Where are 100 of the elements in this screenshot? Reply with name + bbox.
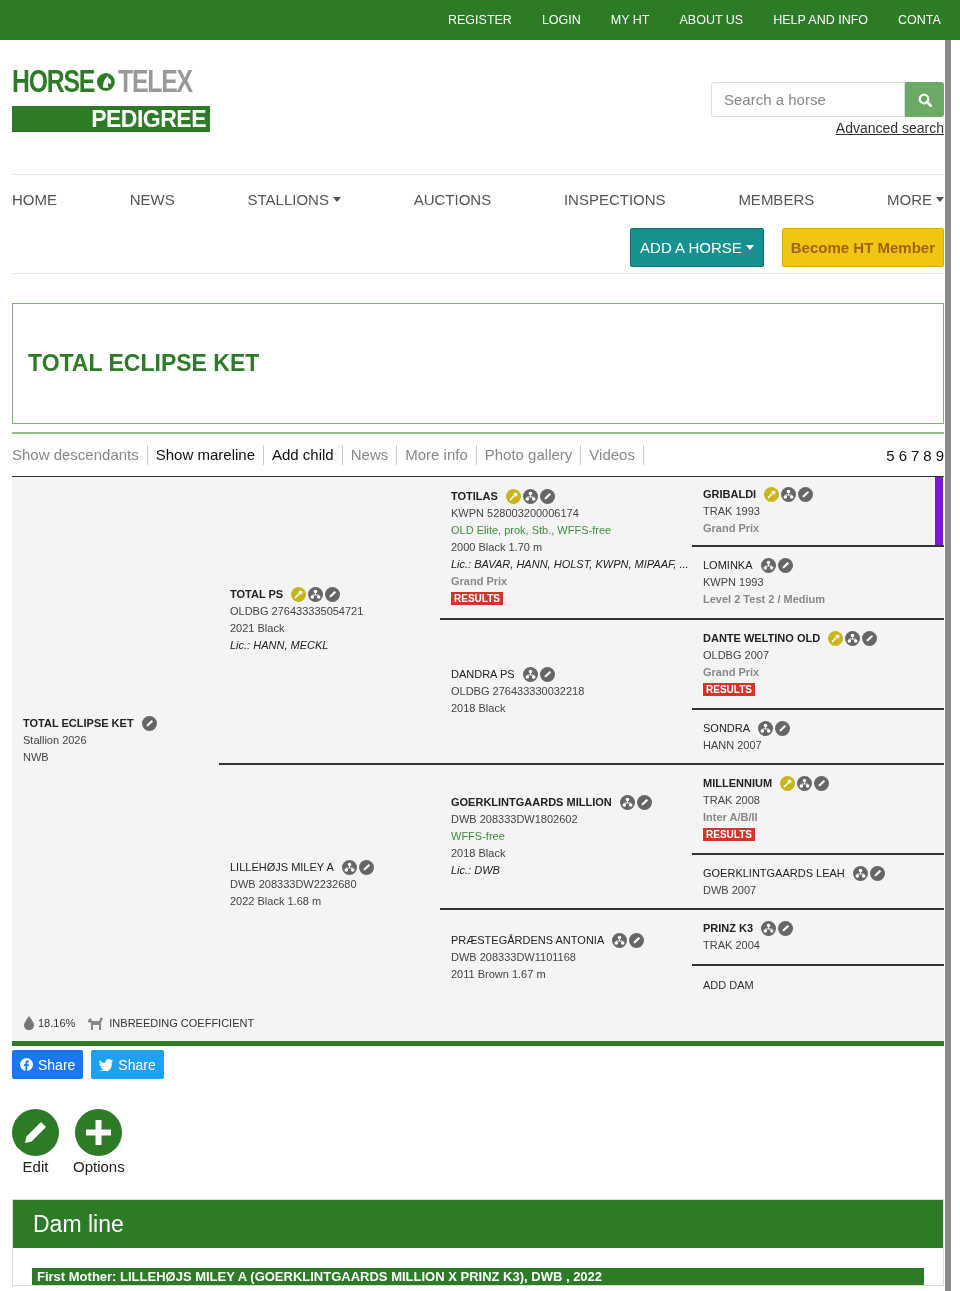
drop-icon (24, 1015, 34, 1030)
edit-icon (798, 486, 814, 502)
horse-icon (87, 1015, 104, 1030)
add-horse-button[interactable]: ADD A HORSE (630, 227, 764, 267)
horse-title: TOTAL ECLIPSE KET (28, 350, 260, 377)
horse-name-link[interactable]: GRIBALDI (703, 485, 757, 503)
discipline-level: Inter A/B/II (703, 810, 759, 825)
horse-name-link[interactable]: TOTAL PS (230, 586, 284, 603)
plus-icon (75, 1109, 123, 1156)
horse-info: KWPN 1993 (703, 575, 765, 590)
results-badge[interactable]: RESULTS (703, 828, 755, 841)
edit-icon (325, 587, 341, 602)
nav-link[interactable]: INSPECTIONS (563, 190, 666, 208)
edit-icon (862, 631, 878, 646)
horse-info: 2018 Black (451, 701, 507, 716)
horse-info: 2018 Black (451, 846, 507, 861)
edit-icon (814, 776, 830, 791)
horse-name-link[interactable]: LOMINKA (703, 557, 753, 574)
horse-name-link[interactable]: TOTILAS (451, 488, 498, 505)
nav-link[interactable]: MEMBERS (738, 190, 815, 208)
pencil-icon (12, 1109, 59, 1156)
discipline-level: Grand Prix (451, 574, 509, 589)
edit-icon (778, 921, 794, 936)
search-icon (917, 92, 932, 107)
horse-name-link[interactable]: PRINZ K3 (703, 920, 754, 937)
horse-info: DWB 208333DW1802602 (451, 812, 579, 827)
horse-name-link[interactable]: LILLEHØJS MILEY A (230, 859, 334, 876)
horse-info: DWB 208333DW2232680 (230, 877, 358, 892)
facebook-icon (20, 1058, 33, 1071)
edit-icon (777, 558, 793, 573)
horse-info: OLDBG 276433335054721 (230, 604, 365, 619)
horse-name-link[interactable]: GOERKLINTGAARDS LEAH (703, 864, 845, 882)
horse-name-link[interactable]: GOERKLINTGAARDS MILLION (451, 794, 612, 811)
horse-info: 2021 Black (230, 621, 286, 636)
horse-info: 2022 Black 1.68 m (230, 894, 323, 909)
edit-icon (539, 489, 555, 504)
edit-icon (636, 795, 652, 810)
top-nav-link[interactable]: LOGIN (541, 13, 581, 27)
first-mother-bar: First Mother: LILLEHØJS MILEY A (GOERKLINTGAARDS MILLION X PRINZ K3), DWB , 2022 (32, 1268, 924, 1285)
horse-info: DWB 208333DW1101168 (451, 949, 577, 965)
edit-icon (869, 865, 885, 881)
generation-link[interactable]: 7 (910, 446, 920, 464)
edit-icon (141, 716, 157, 731)
nav-link[interactable]: AUCTIONS (413, 190, 492, 208)
results-badge[interactable]: RESULTS (451, 592, 503, 605)
scrollbar[interactable] (945, 40, 951, 1291)
results-badge[interactable]: RESULTS (703, 683, 755, 696)
generation-link[interactable]: 9 (935, 446, 944, 464)
top-nav-link[interactable]: CONTA (898, 13, 941, 27)
top-nav-link[interactable]: ABOUT US (679, 13, 744, 27)
inbreeding-label: INBREEDING COEFFICIENT (109, 1016, 255, 1029)
search-button[interactable] (905, 82, 944, 117)
horse-name-link[interactable]: TOTAL ECLIPSE KET (23, 715, 134, 732)
top-nav-link[interactable]: REGISTER (448, 13, 512, 27)
generation-link[interactable]: 6 (898, 446, 907, 464)
discipline-level: Level 2 Test 2 / Medium (703, 592, 827, 607)
horse-info: TRAK 2004 (703, 938, 761, 953)
predicate-info: WFFS-free (451, 829, 506, 844)
nav-link[interactable]: STALLIONS (247, 190, 341, 208)
horse-name-link[interactable]: SONDRA (703, 719, 751, 737)
add-dam-link[interactable]: ADD DAM (703, 978, 754, 991)
edit-icon (775, 720, 791, 736)
licence-info: Lic.: BAVAR, HANN, HOLST, KWPN, MIPAAF, ... (451, 557, 690, 572)
horse-name-link[interactable]: PRÆSTEGÅRDENS ANTONIA (451, 931, 605, 949)
edit-icon (539, 667, 555, 682)
generation-link[interactable]: 5 (886, 446, 895, 464)
logo-text: TELEX (117, 64, 192, 100)
horse-info: 2000 Black 1.70 m (451, 540, 544, 555)
top-nav-link[interactable]: HELP AND INFO (773, 13, 869, 27)
predicate-info: OLD Elite, prok, Stb., WFFS-free (451, 523, 613, 538)
horse-info: DWB 2007 (703, 882, 758, 898)
logo-text: HORSE (12, 64, 95, 100)
advanced-search-link[interactable]: Advanced search (835, 120, 944, 136)
tab-link[interactable]: Add child (264, 445, 343, 465)
bird-icon (99, 1058, 114, 1071)
licence-info: Lic.: DWB (451, 863, 501, 878)
licence-info: Lic.: HANN, MECKL (230, 638, 330, 653)
options-button[interactable]: Options (73, 1109, 125, 1175)
tab-link[interactable]: Show mareline (147, 445, 264, 465)
horse-info: KWPN 528003200006174 (451, 506, 580, 521)
horse-name-link[interactable]: MILLENNIUM (703, 775, 773, 792)
horse-info: HANN 2007 (703, 737, 763, 753)
discipline-level: Grand Prix (703, 665, 761, 680)
nav-link[interactable]: HOME (12, 190, 57, 208)
horse-name-link[interactable]: DANDRA PS (451, 666, 515, 683)
edit-button[interactable]: Edit (12, 1109, 59, 1175)
top-nav-link[interactable]: MY HT (610, 13, 650, 27)
logo-tagline: PEDIGREE (12, 106, 210, 132)
search-field[interactable]: Search a horse (711, 82, 905, 117)
horse-name-link[interactable]: DANTE WELTINO OLD (703, 630, 821, 647)
generation-link[interactable]: 8 (923, 446, 932, 464)
nav-link[interactable]: MORE (886, 190, 944, 208)
share-button[interactable]: Share (12, 1050, 84, 1079)
dam-line-title: Dam line (13, 1200, 943, 1248)
horse-info: 2011 Brown 1.67 m (451, 966, 547, 982)
nav-link[interactable]: NEWS (129, 190, 175, 208)
horse-info: OLDBG 2007 (703, 648, 771, 663)
horse-info: TRAK 1993 (703, 503, 761, 519)
horse-info: Stallion 2026 (23, 733, 88, 748)
edit-icon (358, 860, 374, 875)
